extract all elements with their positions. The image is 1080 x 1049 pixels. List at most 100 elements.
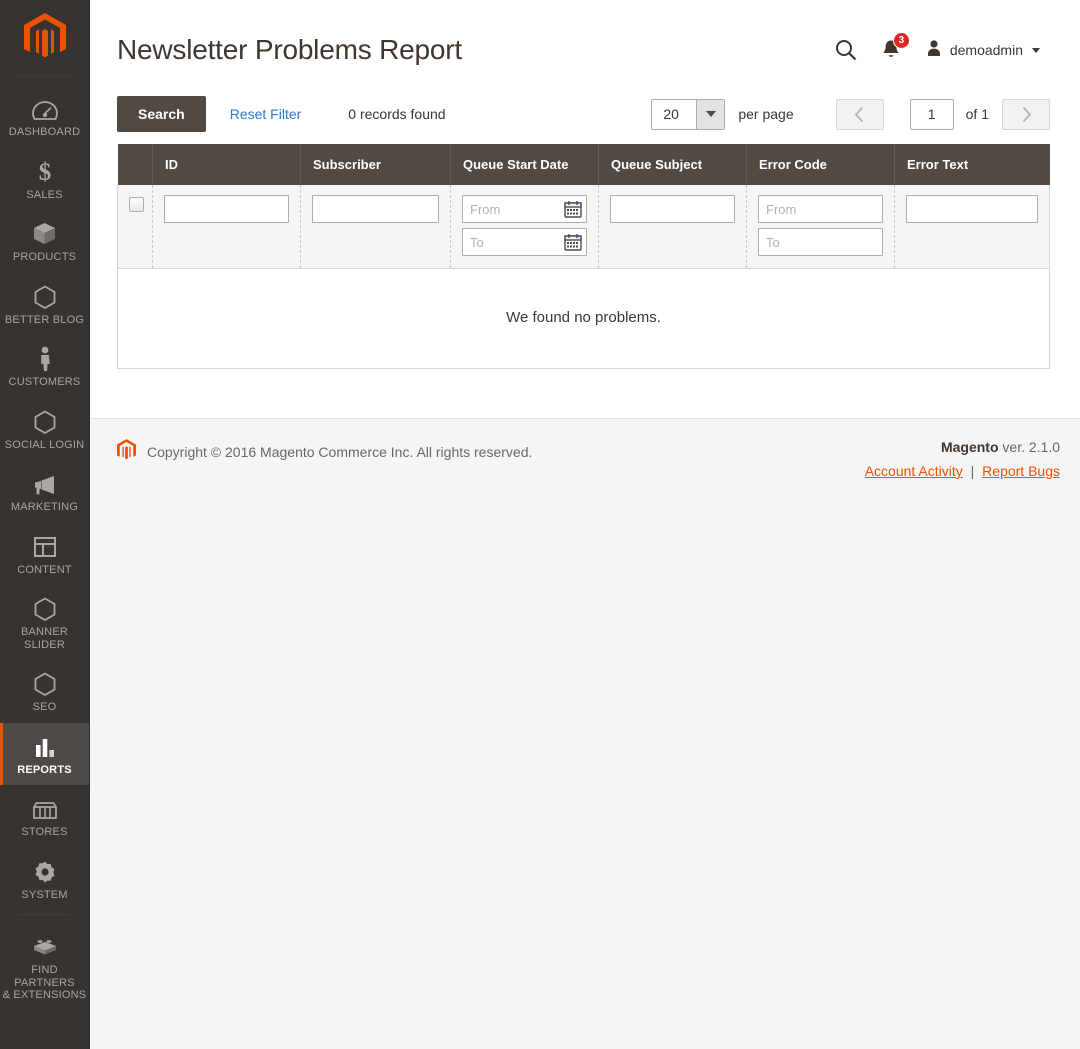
sidebar-item-customers[interactable]: CUSTOMERS [0,335,89,398]
grid-empty-message: We found no problems. [117,268,1050,369]
sidebar-item-stores[interactable]: STORES [0,785,89,848]
admin-page: DASHBOARD $ SALES PRODUCTS BETTER BLOG C… [0,0,1080,1049]
grid-header-row: ID Subscriber Queue Start Date Queue Sub… [117,144,1050,185]
copyright-text: Copyright © 2016 Magento Commerce Inc. A… [147,444,533,460]
calendar-icon[interactable] [564,233,582,251]
grid-empty-row: We found no problems. [117,268,1050,369]
sidebar-item-better-blog[interactable]: BETTER BLOG [0,273,89,336]
records-found-label: 0 records found [348,106,446,122]
hexagon-icon [34,408,56,434]
report-bugs-link[interactable]: Report Bugs [982,463,1060,479]
sidebar-item-banner-slider[interactable]: BANNER SLIDER [0,585,89,660]
storefront-icon [32,795,58,821]
version-number: ver. 2.1.0 [1002,439,1060,455]
sidebar-item-dashboard[interactable]: DASHBOARD [0,85,89,148]
previous-page-button[interactable] [835,98,884,130]
filter-cell-subscriber [300,185,451,269]
filter-cell-checkbox [117,185,153,269]
filter-subscriber-input[interactable] [312,195,439,223]
column-header-queue-subject[interactable]: Queue Subject [598,144,747,185]
column-header-error-text[interactable]: Error Text [894,144,1050,185]
main-content: Newsletter Problems Report 3 demoadmin S… [90,0,1080,1049]
sidebar-item-find-partners-extensions[interactable]: FIND PARTNERS & EXTENSIONS [0,923,89,1011]
per-page-value: 20 [652,99,697,129]
lego-brick-icon [32,933,58,959]
chevron-down-icon [696,99,725,129]
sidebar-item-label: SYSTEM [21,888,68,901]
sidebar-item-label: STORES [21,826,68,838]
version-line: Magento ver. 2.1.0 [865,439,1060,455]
megaphone-icon [32,470,58,496]
box-icon [32,220,57,246]
sidebar-item-label: FIND PARTNERS & EXTENSIONS [2,964,87,1001]
per-page-label: per page [738,106,794,122]
column-header-subscriber[interactable]: Subscriber [300,144,451,185]
chevron-down-icon [1032,47,1040,53]
admin-user-menu[interactable]: demoadmin [925,39,1040,62]
calendar-icon[interactable] [564,200,582,218]
grid-body: We found no problems. [117,185,1050,369]
total-pages-label: of 1 [965,106,989,122]
filter-error-text-input[interactable] [906,195,1038,223]
sidebar: DASHBOARD $ SALES PRODUCTS BETTER BLOG C… [0,0,90,1049]
column-header-error-code[interactable]: Error Code [746,144,895,185]
sidebar-item-products[interactable]: PRODUCTS [0,210,89,273]
grid-header: ID Subscriber Queue Start Date Queue Sub… [117,144,1050,185]
column-header-checkbox [117,144,153,185]
sidebar-item-marketing[interactable]: MARKETING [0,460,89,523]
footer-version-block: Magento ver. 2.1.0 Account Activity | Re… [865,439,1060,479]
bar-chart-icon [33,733,57,759]
filter-cell-queue-subject [598,185,747,269]
sidebar-item-label: MARKETING [10,501,79,513]
page-number-input[interactable] [909,98,954,130]
user-avatar-icon [925,39,943,62]
filter-cell-error-code [746,185,895,269]
reset-filter-link[interactable]: Reset Filter [230,106,302,122]
person-icon [37,345,53,371]
layout-panel-icon [33,533,57,559]
dollar-sign-icon: $ [37,158,53,184]
gear-icon [33,858,57,884]
sidebar-item-sales[interactable]: $ SALES [0,148,89,211]
sidebar-item-label: PRODUCTS [12,251,77,263]
svg-text:$: $ [38,159,51,184]
search-button[interactable]: Search [117,96,206,132]
sidebar-item-reports[interactable]: REPORTS [0,722,89,785]
hexagon-icon [34,670,56,696]
filter-error-code-from-input[interactable] [758,195,883,223]
sidebar-item-label: REPORTS [17,763,72,776]
next-page-button[interactable] [1002,98,1050,130]
search-icon[interactable] [835,39,857,61]
sidebar-item-content[interactable]: CONTENT [0,523,89,586]
sidebar-item-social-login[interactable]: SOCIAL LOGIN [0,398,89,461]
grid-toolbar: Search Reset Filter 0 records found 20 p… [90,78,1080,144]
bell-icon[interactable]: 3 [881,32,910,61]
brand-name: Magento [940,439,999,455]
sidebar-item-system[interactable]: SYSTEM [0,848,89,911]
link-separator: | [970,463,975,479]
per-page-select[interactable]: 20 [651,98,726,130]
select-all-checkbox[interactable] [129,197,144,212]
chevron-right-icon [1022,106,1031,122]
pagination: 20 per page of 1 [651,98,1050,130]
page-title: Newsletter Problems Report [117,34,462,65]
account-activity-link[interactable]: Account Activity [865,463,963,479]
sidebar-item-seo[interactable]: SEO [0,660,89,723]
magento-logo [23,13,66,58]
filter-cell-error-text [894,185,1050,269]
admin-user-name: demoadmin [949,42,1023,58]
filter-error-code-to-input[interactable] [758,228,883,256]
filter-queue-subject-input[interactable] [610,195,735,223]
column-header-id[interactable]: ID [152,144,301,185]
filter-id-input[interactable] [164,195,289,223]
header-actions: 3 demoadmin [835,32,1060,62]
sidebar-item-label: SOCIAL LOGIN [4,438,85,451]
hexagon-icon [34,595,56,621]
sidebar-item-label: CUSTOMERS [8,376,81,388]
column-header-queue-start-date[interactable]: Queue Start Date [450,144,599,185]
dashboard-gauge-icon [31,95,58,121]
sidebar-logo[interactable] [0,0,89,72]
chevron-left-icon [854,106,864,122]
footer-copyright: Copyright © 2016 Magento Commerce Inc. A… [117,439,532,465]
